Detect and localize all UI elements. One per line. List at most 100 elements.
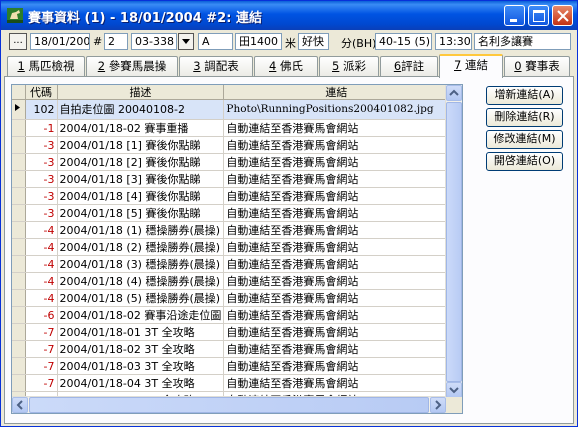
cell-description[interactable]: 2004/01/18 (4) 穩操勝券(晨操) [57,272,225,290]
cell-link[interactable]: 自動連結至香港賽馬會網站 [223,136,450,154]
row-indicator[interactable] [12,204,26,222]
table-row[interactable]: -7 2004/01/18-01 3T 全攻略 自動連結至香港賽馬會網站 [12,323,450,341]
row-indicator[interactable] [12,255,26,273]
table-row[interactable]: -4 2004/01/18 (3) 穩操勝券(晨操) 自動連結至香港賽馬會網站 [12,255,450,273]
cell-link[interactable]: 自動連結至香港賽馬會網站 [223,374,450,392]
tab-schedule[interactable]: 3 調配表 [179,56,253,76]
cell-link[interactable]: 自動連結至香港賽馬會網站 [223,187,450,205]
date-field[interactable]: 18/01/2004 [30,33,90,50]
race-code-dropdown-button[interactable] [178,33,194,50]
row-indicator[interactable] [12,170,26,188]
cell-description[interactable]: 2004/01/18 [1] 賽後你點睇 [57,136,225,154]
row-indicator[interactable] [12,357,26,375]
row-indicator[interactable] [12,153,26,171]
row-indicator[interactable] [12,99,26,120]
cell-code[interactable]: -1 [25,119,58,137]
cell-code[interactable]: -3 [25,153,58,171]
cell-description[interactable]: 2004/01/18-03 3T 全攻略 [57,357,225,375]
title-bar[interactable]: 賽事資料 (1) - 18/01/2004 #2: 連結 [1,1,577,30]
cell-description[interactable]: 2004/01/18-04 3T 全攻略 [57,374,225,392]
cell-code[interactable]: -6 [25,306,58,324]
cell-description[interactable]: 自拍走位圖 20040108-2 [57,99,225,120]
cell-link[interactable]: 自動連結至香港賽馬會網站 [223,272,450,290]
table-row[interactable]: -3 2004/01/18 [4] 賽後你點睇 自動連結至香港賽馬會網站 [12,187,450,205]
row-indicator[interactable] [12,238,26,256]
table-row[interactable]: -7 2004/01/18-02 3T 全攻略 自動連結至香港賽馬會網站 [12,340,450,358]
open-link-button[interactable]: 開啓連結(O) [486,152,563,171]
row-indicator[interactable] [12,374,26,392]
column-header-link[interactable]: 連結 [223,85,450,100]
close-button[interactable] [552,5,573,26]
cell-link[interactable]: 自動連結至香港賽馬會網站 [223,306,450,324]
tab-race-card[interactable]: 0 賽事表 [504,56,570,76]
going-field[interactable]: 好快 [298,33,329,50]
race-number-field[interactable]: 2 [104,33,128,50]
cell-code[interactable]: 102 [25,99,58,120]
cell-description[interactable]: 2004/01/18 (5) 穩操勝券(晨操) [57,289,225,307]
cell-description[interactable]: 2004/01/18 (3) 穩操勝券(晨操) [57,255,225,273]
race-code-field[interactable]: 03-338 [131,33,177,50]
maximize-button[interactable] [528,5,549,26]
links-grid[interactable]: 代碼 描述 連結 102 自拍走位圖 20040108-2 Photo\Runnin… [11,84,463,414]
distance-field[interactable]: 田1400 [235,33,282,50]
cell-link[interactable]: 自動連結至香港賽馬會網站 [223,153,450,171]
row-indicator[interactable] [12,136,26,154]
cell-code[interactable]: -7 [25,374,58,392]
cell-code[interactable]: -3 [25,187,58,205]
table-row[interactable]: -3 2004/01/18 [1] 賽後你點睇 自動連結至香港賽馬會網站 [12,136,450,154]
table-row[interactable]: -3 2004/01/18 [3] 賽後你點睇 自動連結至香港賽馬會網站 [12,170,450,188]
cell-description[interactable]: 2004/01/18-01 3T 全攻略 [57,323,225,341]
scroll-down-button[interactable] [446,382,462,398]
cell-description[interactable]: 2004/01/18-02 賽事重播 [57,119,225,137]
cell-description[interactable]: 2004/01/18 [3] 賽後你點睇 [57,170,225,188]
cell-description[interactable]: 2004/01/18 (1) 穩操勝券(晨操) [57,221,225,239]
row-indicator[interactable] [12,272,26,290]
row-indicator[interactable] [12,289,26,307]
scroll-up-button[interactable] [446,85,462,101]
table-row[interactable]: -6 2004/01/18-02 賽事沿途走位圖 自動連結至香港賽馬會網站 [12,306,450,324]
cell-code[interactable]: -7 [25,323,58,341]
tab-dividends[interactable]: 5 派彩 [319,56,379,76]
cell-description[interactable]: 2004/01/18-02 賽事沿途走位圖 [57,306,225,324]
cell-code[interactable]: -3 [25,204,58,222]
horizontal-scrollbar[interactable] [12,396,446,413]
table-row[interactable]: -3 2004/01/18 [5] 賽後你點睇 自動連結至香港賽馬會網站 [12,204,450,222]
cell-link[interactable]: 自動連結至香港賽馬會網站 [223,204,450,222]
scroll-left-button[interactable] [12,397,28,413]
horizontal-scroll-thumb[interactable] [29,397,429,413]
add-link-button[interactable]: 增新連結(A) [486,86,563,105]
table-row[interactable]: -7 2004/01/18-03 3T 全攻略 自動連結至香港賽馬會網站 [12,357,450,375]
table-row[interactable]: -4 2004/01/18 (4) 穩操勝券(晨操) 自動連結至香港賽馬會網站 [12,272,450,290]
tab-links[interactable]: 7 連結 [439,54,503,78]
time-field[interactable]: 13:30 [435,33,472,50]
cell-description[interactable]: 2004/01/18-02 3T 全攻略 [57,340,225,358]
cell-code[interactable]: -3 [25,136,58,154]
cell-code[interactable]: -4 [25,255,58,273]
class-field[interactable]: 40-15 (5) [375,33,432,50]
cell-code[interactable]: -7 [25,340,58,358]
course-field[interactable]: A [198,33,233,50]
table-row[interactable]: -4 2004/01/18 (1) 穩操勝券(晨操) 自動連結至香港賽馬會網站 [12,221,450,239]
scroll-right-button[interactable] [430,397,446,413]
column-header-code[interactable]: 代碼 [25,85,58,100]
cell-code[interactable]: -3 [25,170,58,188]
tab-horse-view[interactable]: 1 馬匹檢視 [7,56,85,76]
vertical-scroll-thumb[interactable] [446,102,462,382]
delete-link-button[interactable]: 刪除連結(R) [486,108,563,127]
cell-description[interactable]: 2004/01/18 [4] 賽後你點睇 [57,187,225,205]
row-indicator[interactable] [12,340,26,358]
vertical-scrollbar[interactable] [445,85,462,398]
tab-comments[interactable]: 6評註 [380,56,438,76]
race-name-field[interactable]: 名利多讓賽 [474,33,571,50]
cell-link[interactable]: 自動連結至香港賽馬會網站 [223,170,450,188]
table-row[interactable]: -1 2004/01/18-02 賽事重播 自動連結至香港賽馬會網站 [12,119,450,137]
cell-description[interactable]: 2004/01/18 [5] 賽後你點睇 [57,204,225,222]
table-row[interactable]: -4 2004/01/18 (5) 穩操勝券(晨操) 自動連結至香港賽馬會網站 [12,289,450,307]
cell-link[interactable]: 自動連結至香港賽馬會網站 [223,238,450,256]
row-indicator[interactable] [12,119,26,137]
cell-link[interactable]: 自動連結至香港賽馬會網站 [223,289,450,307]
minimize-button[interactable] [504,5,525,26]
table-row[interactable]: -7 2004/01/18-04 3T 全攻略 自動連結至香港賽馬會網站 [12,374,450,392]
cell-link[interactable]: 自動連結至香港賽馬會網站 [223,323,450,341]
cell-code[interactable]: -4 [25,221,58,239]
